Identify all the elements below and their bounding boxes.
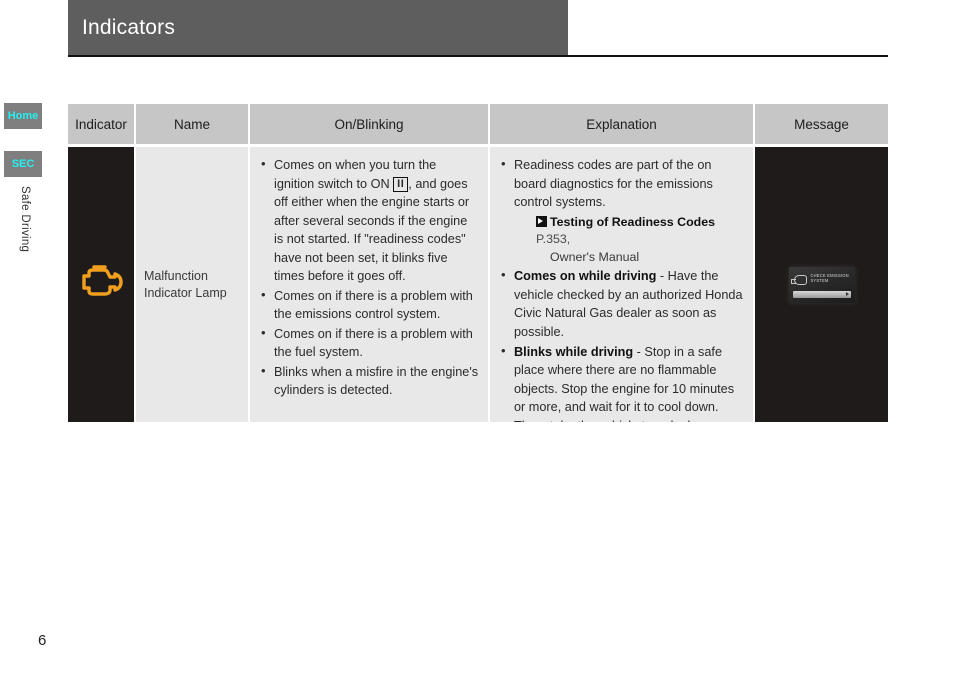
sidebar-section-label: Safe Driving [19, 186, 31, 253]
cross-reference-readiness-codes[interactable]: Testing of Readiness Codes P.353, Owner'… [514, 214, 744, 267]
list-item: Blinks when a misfire in the engine's cy… [260, 362, 479, 400]
table-header-row: Indicator Name On/Blinking Explanation M… [68, 104, 888, 144]
page-title: Indicators [82, 15, 176, 39]
ignition-position-badge: II [393, 176, 409, 192]
cell-indicator [68, 147, 136, 422]
column-header-message: Message [755, 104, 888, 144]
header-divider [68, 55, 888, 57]
explanation-item-1-lead: Comes on while driving [514, 269, 657, 284]
list-item: Readiness codes are part of the on board… [500, 155, 744, 267]
cell-explanation: Readiness codes are part of the on board… [490, 147, 755, 422]
cross-reference-subtitle: Owner's Manual [550, 249, 640, 264]
sidebar-tab-sec-label: SEC [11, 158, 35, 170]
list-item: Comes on if there is a problem with the … [260, 286, 479, 324]
column-header-explanation: Explanation [490, 104, 755, 144]
cross-reference-page: P.353, [536, 232, 571, 247]
instrument-display-photo: CHECK EMISSION SYSTEM [788, 266, 855, 303]
cell-on-blinking: Comes on when you turn the ignition swit… [250, 147, 490, 422]
on-blinking-item-0-post: , and goes off either when the engine st… [274, 176, 470, 284]
display-message-text: CHECK EMISSION SYSTEM [811, 273, 849, 285]
cell-message: CHECK EMISSION SYSTEM [755, 147, 888, 422]
sidebar: Home SEC Safe Driving [0, 0, 68, 681]
table-row: Malfunction Indicator Lamp Comes on when… [68, 147, 888, 422]
header-bar: Indicators [68, 0, 568, 55]
explanation-item-2-lead: Blinks while driving [514, 344, 634, 359]
indicators-table: Indicator Name On/Blinking Explanation M… [68, 104, 888, 422]
column-header-on-blinking: On/Blinking [250, 104, 490, 144]
malfunction-indicator-lamp-icon [75, 262, 127, 307]
display-progress-bar [792, 290, 851, 298]
explanation-item-0-text: Readiness codes are part of the on board… [514, 158, 713, 210]
list-item: Comes on while driving - Have the vehicl… [500, 266, 744, 341]
emission-lamp-icon [790, 274, 807, 285]
on-blinking-list: Comes on when you turn the ignition swit… [260, 155, 479, 400]
column-header-indicator: Indicator [68, 104, 136, 144]
explanation-list: Readiness codes are part of the on board… [500, 155, 744, 422]
list-item: Comes on when you turn the ignition swit… [260, 155, 479, 286]
column-header-name: Name [136, 104, 250, 144]
display-message-line2: SYSTEM [810, 278, 829, 284]
list-item: Comes on if there is a problem with the … [260, 324, 479, 362]
sidebar-tab-home-label: Home [7, 110, 39, 122]
sidebar-tab-sec[interactable]: SEC [4, 151, 42, 177]
page-number: 6 [38, 632, 47, 649]
cell-name: Malfunction Indicator Lamp [136, 147, 250, 422]
arrow-reference-icon [536, 215, 547, 227]
indicator-name-text: Malfunction Indicator Lamp [144, 268, 227, 300]
list-item: Blinks while driving - Stop in a safe pl… [500, 342, 744, 422]
sidebar-tab-home[interactable]: Home [4, 103, 42, 129]
cross-reference-title: Testing of Readiness Codes [550, 214, 716, 229]
